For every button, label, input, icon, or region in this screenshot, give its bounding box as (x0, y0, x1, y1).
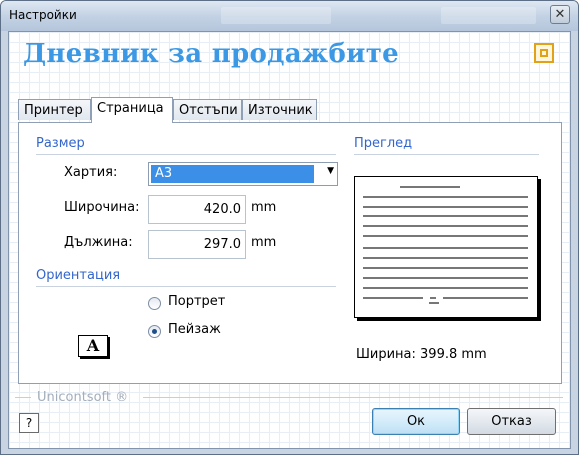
chevron-down-icon[interactable]: ▼ (327, 166, 334, 176)
preview-line (363, 277, 528, 279)
preview-line (363, 247, 528, 249)
landscape-label[interactable]: Пейзаж (168, 322, 221, 337)
ok-button[interactable]: Ок (372, 408, 460, 435)
portrait-label[interactable]: Портрет (168, 294, 225, 309)
preview-line (363, 297, 423, 299)
help-icon[interactable]: ? (19, 413, 39, 433)
size-group-title: Размер (36, 136, 85, 151)
tab-page[interactable]: Страница (91, 97, 173, 123)
length-unit: mm (251, 235, 277, 250)
group-divider (36, 286, 336, 287)
group-divider (36, 154, 336, 155)
paper-size-select[interactable]: A3 ▼ (148, 162, 338, 186)
page-settings-panel: Размер Хартия: A3 ▼ Широчина: 420.0 mm Д… (18, 122, 562, 384)
footer-divider (143, 397, 563, 398)
page-preview (354, 176, 538, 318)
page-title: Дневник за продажбите (23, 39, 399, 69)
orientation-preview-icon: A (78, 335, 108, 357)
brand-label: Unicontsoft ® (37, 390, 129, 405)
paper-size-value: A3 (151, 165, 314, 183)
preview-line (363, 267, 528, 269)
preview-line (363, 257, 528, 259)
group-divider (354, 154, 539, 155)
background-window-ghost (441, 7, 536, 24)
preview-line (363, 215, 528, 217)
preview-line (363, 225, 528, 227)
tab-source[interactable]: Източник (242, 99, 317, 120)
portrait-radio[interactable] (148, 297, 161, 310)
background-window-ghost (221, 7, 331, 24)
width-label: Широчина: (64, 200, 140, 215)
title-bar[interactable]: Настройки ✕ (1, 1, 578, 31)
width-unit: mm (251, 200, 277, 215)
length-input[interactable]: 297.0 (148, 230, 246, 259)
preview-line (363, 235, 528, 237)
width-input[interactable]: 420.0 (148, 195, 246, 224)
tab-margins[interactable]: Отстъпи (173, 99, 242, 120)
window-title: Настройки (9, 8, 77, 22)
preview-line (363, 287, 528, 289)
tab-printer[interactable]: Принтер (18, 99, 91, 120)
paper-label: Хартия: (64, 165, 118, 180)
length-label: Дължина: (64, 235, 133, 250)
settings-dialog: Настройки ✕ Дневник за продажбите Принте… (0, 0, 579, 455)
footer-divider (15, 397, 31, 398)
app-settings-icon (534, 43, 554, 63)
landscape-radio[interactable] (148, 325, 161, 338)
preview-width-text: Ширина: 399.8 mm (356, 347, 487, 362)
preview-line (363, 206, 528, 208)
dialog-client-area: Дневник за продажбите Принтер Страница О… (8, 31, 571, 449)
preview-line (400, 186, 460, 188)
preview-line (363, 196, 528, 198)
preview-group-title: Преглед (354, 136, 413, 151)
preview-line (443, 297, 528, 299)
preview-line (429, 302, 439, 304)
orientation-group-title: Ориентация (36, 268, 121, 283)
preview-line (430, 297, 436, 299)
cancel-button[interactable]: Отказ (467, 408, 556, 435)
close-button[interactable]: ✕ (550, 5, 570, 24)
